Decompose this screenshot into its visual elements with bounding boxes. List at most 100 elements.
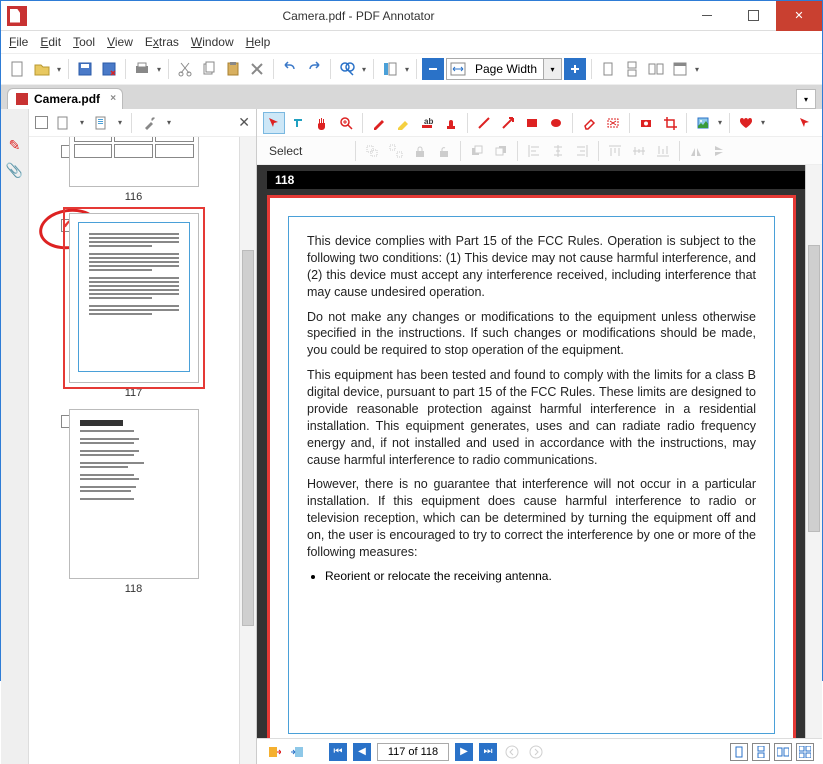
document-tab[interactable]: Camera.pdf × xyxy=(7,88,123,109)
panel-dropdown[interactable]: ▾ xyxy=(403,65,411,74)
stamp-tool[interactable] xyxy=(440,112,462,134)
align-center-button[interactable] xyxy=(547,140,569,162)
tools-dropdown[interactable]: ▾ xyxy=(165,118,173,127)
image-tool[interactable] xyxy=(692,112,714,134)
last-page-button[interactable]: ⏭ xyxy=(479,743,497,761)
nav-forward-button[interactable] xyxy=(527,743,545,761)
view-grid-icon[interactable] xyxy=(796,743,814,761)
zoom-tool[interactable] xyxy=(335,112,357,134)
redo-button[interactable] xyxy=(303,58,325,80)
pointer-tool[interactable] xyxy=(263,112,285,134)
panel-button[interactable] xyxy=(379,58,401,80)
search-button[interactable] xyxy=(336,58,358,80)
fullscreen-button[interactable] xyxy=(669,58,691,80)
search-dropdown[interactable]: ▾ xyxy=(360,65,368,74)
save-button[interactable] xyxy=(74,58,96,80)
page-options-button[interactable] xyxy=(90,112,112,134)
align-middle-button[interactable] xyxy=(628,140,650,162)
group-button[interactable] xyxy=(361,140,383,162)
thumbnail-item[interactable]: 117 xyxy=(29,213,238,399)
menu-file[interactable]: File xyxy=(9,35,28,49)
vertical-scrollbar[interactable] xyxy=(805,165,822,738)
pan-tool[interactable] xyxy=(311,112,333,134)
flip-h-button[interactable] xyxy=(685,140,707,162)
tab-overflow-button[interactable]: ▾ xyxy=(796,89,816,109)
export-button[interactable] xyxy=(265,743,283,761)
snapshot-tool[interactable] xyxy=(635,112,657,134)
page-options-dropdown[interactable]: ▾ xyxy=(116,118,124,127)
lock-button[interactable] xyxy=(409,140,431,162)
favorites-tool[interactable] xyxy=(735,112,757,134)
image-dropdown[interactable]: ▾ xyxy=(716,118,724,127)
minimize-button[interactable] xyxy=(684,1,730,31)
menu-tool[interactable]: Tool xyxy=(73,35,95,49)
maximize-button[interactable] xyxy=(730,1,776,31)
zoom-selector[interactable]: Page Width ▾ xyxy=(446,58,562,80)
tab-close-icon[interactable]: × xyxy=(110,93,116,104)
thumbnail-page[interactable] xyxy=(69,137,199,187)
crop-tool[interactable] xyxy=(659,112,681,134)
page-input[interactable] xyxy=(377,743,449,761)
view-dropdown[interactable]: ▾ xyxy=(693,65,701,74)
thumbnails-scrollbar[interactable] xyxy=(239,137,256,764)
continuous-button[interactable] xyxy=(621,58,643,80)
open-dropdown[interactable]: ▾ xyxy=(55,65,63,74)
zoom-dropdown[interactable]: ▾ xyxy=(543,59,561,79)
new-button[interactable] xyxy=(7,58,29,80)
select-all-checkbox[interactable] xyxy=(35,116,48,129)
thumbnail-page[interactable] xyxy=(69,213,199,383)
new-page-dropdown[interactable]: ▾ xyxy=(78,118,86,127)
unlock-button[interactable] xyxy=(433,140,455,162)
text-tool[interactable]: ab xyxy=(416,112,438,134)
rectangle-tool[interactable] xyxy=(521,112,543,134)
align-right-button[interactable] xyxy=(571,140,593,162)
favorites-dropdown[interactable]: ▾ xyxy=(759,118,767,127)
thumbnail-item[interactable]: 116 xyxy=(29,137,238,203)
view-continuous-icon[interactable] xyxy=(752,743,770,761)
pen-tool[interactable] xyxy=(368,112,390,134)
undo-button[interactable] xyxy=(279,58,301,80)
nav-back-button[interactable] xyxy=(503,743,521,761)
print-dropdown[interactable]: ▾ xyxy=(155,65,163,74)
arrow-tool[interactable] xyxy=(497,112,519,134)
send-back-button[interactable] xyxy=(490,140,512,162)
close-button[interactable] xyxy=(776,1,822,31)
open-button[interactable] xyxy=(31,58,53,80)
flip-v-button[interactable] xyxy=(709,140,731,162)
align-bottom-button[interactable] xyxy=(652,140,674,162)
menu-view[interactable]: View xyxy=(107,35,133,49)
import-button[interactable] xyxy=(289,743,307,761)
cut-button[interactable] xyxy=(174,58,196,80)
erase-area-tool[interactable] xyxy=(602,112,624,134)
menu-extras[interactable]: Extras xyxy=(145,35,179,49)
thumbnail-item[interactable]: 118 xyxy=(29,409,238,595)
view-two-page-icon[interactable] xyxy=(774,743,792,761)
zoom-in-button[interactable] xyxy=(564,58,586,80)
text-select-tool[interactable] xyxy=(287,112,309,134)
thumbnail-page[interactable] xyxy=(69,409,199,579)
print-button[interactable] xyxy=(131,58,153,80)
bring-front-button[interactable] xyxy=(466,140,488,162)
menu-help[interactable]: Help xyxy=(246,35,271,49)
menu-edit[interactable]: Edit xyxy=(40,35,61,49)
single-page-button[interactable] xyxy=(597,58,619,80)
align-left-button[interactable] xyxy=(523,140,545,162)
zoom-out-button[interactable] xyxy=(422,58,444,80)
first-page-button[interactable]: ⏮ xyxy=(329,743,347,761)
line-tool[interactable] xyxy=(473,112,495,134)
delete-button[interactable] xyxy=(246,58,268,80)
new-page-button[interactable] xyxy=(52,112,74,134)
paste-button[interactable] xyxy=(222,58,244,80)
eraser-tool[interactable] xyxy=(578,112,600,134)
save-as-button[interactable] xyxy=(98,58,120,80)
ungroup-button[interactable] xyxy=(385,140,407,162)
ellipse-tool[interactable] xyxy=(545,112,567,134)
close-panel-button[interactable]: ✕ xyxy=(238,114,250,131)
two-page-button[interactable] xyxy=(645,58,667,80)
attachments-tab-icon[interactable]: 📎 xyxy=(6,162,23,179)
view-single-icon[interactable] xyxy=(730,743,748,761)
tools-button[interactable] xyxy=(139,112,161,134)
prev-page-button[interactable]: ◀ xyxy=(353,743,371,761)
menu-window[interactable]: Window xyxy=(191,35,234,49)
next-page-button[interactable]: ▶ xyxy=(455,743,473,761)
